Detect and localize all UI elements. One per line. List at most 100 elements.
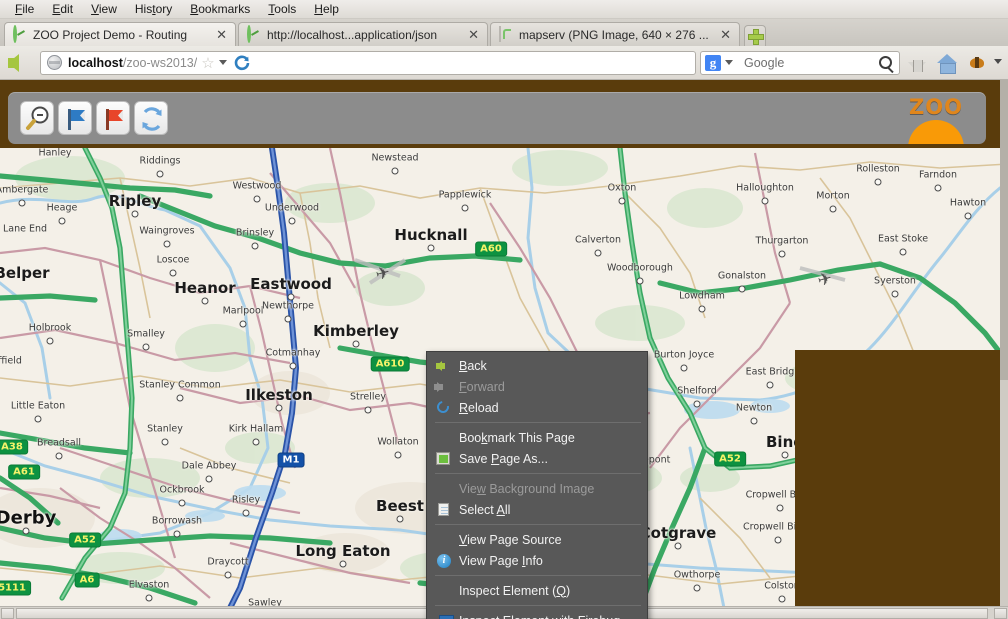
menu-item-tools[interactable]: Tools (259, 1, 305, 17)
page-content: ZOO ✈ ✈ Hanley Riddings Newstead Rollest… (0, 80, 1008, 619)
map-place-label: Belper (0, 264, 50, 282)
overflow-button[interactable] (992, 50, 1004, 76)
new-tab-button[interactable] (744, 25, 766, 46)
bookmark-star-icon[interactable]: ☆ (201, 54, 214, 72)
reload-icon (434, 398, 453, 416)
no-icon (435, 481, 453, 497)
map-place-label: Breadsall (37, 437, 81, 449)
map-place-label: Dale Abbey (181, 460, 237, 472)
search-input[interactable]: Google (739, 56, 879, 70)
map-place-label: Wollaton (377, 436, 419, 448)
map-place-label: Lane End (2, 223, 48, 235)
zoom-out-button[interactable] (20, 101, 54, 135)
map-place-dot (55, 452, 63, 460)
map-place-dot (163, 240, 171, 248)
menu-item-view[interactable]: View (82, 1, 126, 17)
map-place-label: Newton (735, 402, 773, 414)
firebug-button[interactable] (964, 50, 988, 76)
context-menu-item-select-all[interactable]: Select All (427, 499, 647, 520)
menu-item-history[interactable]: History (126, 1, 181, 17)
end-point-button[interactable] (96, 101, 130, 135)
tab-localhost-json[interactable]: http://localhost...application/json ✕ (238, 22, 488, 46)
back-arrow-icon (8, 53, 19, 72)
vertical-scrollbar-thumb[interactable] (1000, 80, 1008, 380)
map-place-label: Loscoe (156, 254, 190, 266)
map-place-label: Borrowash (151, 515, 203, 527)
menu-item-edit[interactable]: Edit (43, 1, 82, 17)
map-place-label: Stanley Common (139, 379, 221, 391)
map-place-dot (964, 212, 972, 220)
chevron-down-icon[interactable] (218, 60, 227, 65)
context-menu-item-inspect-element-q[interactable]: Inspect Element (Q) (427, 580, 647, 601)
map-place-dot (176, 394, 184, 402)
reload-icon[interactable] (233, 54, 251, 72)
back-button[interactable] (6, 51, 36, 75)
map-place-dot (169, 269, 177, 277)
search-engine-chevron-icon[interactable] (725, 60, 733, 65)
scroll-right-button[interactable] (994, 608, 1007, 619)
context-menu-separator (435, 473, 641, 474)
map-place-dot (391, 167, 399, 175)
context-menu-item-bookmark-this-page[interactable]: Bookmark This Page (427, 427, 647, 448)
menu-item-bookmarks[interactable]: Bookmarks (181, 1, 259, 17)
context-menu-item-inspect-element-with-firebug[interactable]: Inspect Element with Firebug (427, 610, 647, 619)
map-place-dot (242, 509, 250, 517)
map-place-label: Thurgarton (755, 235, 809, 247)
context-menu[interactable]: Back Forward Reload Bookmark This Page Save … (426, 351, 648, 619)
firebug-icon (970, 56, 984, 68)
map-place-label: Cotgrave (639, 524, 717, 542)
map-place-dot (693, 584, 701, 592)
map-place-label: Calverton (574, 234, 622, 246)
map-place-label: Strelley (349, 391, 387, 403)
map-place-dot (178, 499, 186, 507)
map-place-dot (594, 249, 602, 257)
blue-flag-icon (59, 102, 93, 136)
search-icon[interactable] (879, 56, 892, 69)
map-place-dot (778, 250, 786, 258)
tab-close-icon[interactable]: ✕ (466, 28, 481, 41)
map-place-dot (251, 242, 259, 250)
downloads-button[interactable] (904, 50, 930, 76)
tab-close-icon[interactable]: ✕ (718, 28, 733, 41)
context-menu-item-label: View Background Image (459, 481, 595, 496)
menu-item-file[interactable]: File (6, 1, 43, 17)
url-bar[interactable]: localhost/zoo-ws2013/ ☆ (40, 50, 696, 75)
context-menu-item-view-page-source[interactable]: View Page Source (427, 529, 647, 550)
context-menu-item-save-page-as[interactable]: Save Page As... (427, 448, 647, 469)
map-place-label: Woodborough (607, 262, 673, 274)
map-place-dot (145, 594, 153, 602)
menu-item-help[interactable]: Help (305, 1, 348, 17)
refresh-button[interactable] (134, 101, 168, 135)
vertical-scrollbar[interactable] (1000, 80, 1008, 619)
map-place-label: East Bridg (745, 366, 795, 378)
map-place-dot (776, 504, 784, 512)
scroll-left-button[interactable] (1, 608, 14, 619)
map-place-label: Burton Joyce (653, 349, 715, 361)
home-button[interactable] (934, 50, 960, 76)
image-favicon-icon (499, 26, 514, 42)
navigation-toolbar: localhost/zoo-ws2013/ ☆ g Google (0, 46, 1008, 80)
road-shield: A6 (74, 572, 100, 588)
browser-window: File Edit View History Bookmarks Tools Help ZO… (0, 0, 1008, 619)
tab-title: mapserv (PNG Image, 640 × 276 ... (519, 27, 709, 42)
search-bar[interactable]: g Google (700, 50, 900, 75)
map-place-dot (201, 297, 209, 305)
tab-close-icon[interactable]: ✕ (214, 28, 229, 41)
tab-zoo-project-demo[interactable]: ZOO Project Demo - Routing ✕ (4, 22, 236, 46)
tab-mapserv-png[interactable]: mapserv (PNG Image, 640 × 276 ... ✕ (490, 22, 740, 46)
context-menu-item-view-background-image: View Background Image (427, 478, 647, 499)
map-place-label: Heanor (174, 279, 236, 297)
map-place-label: Morton (816, 190, 850, 202)
map-place-dot (284, 315, 292, 323)
context-menu-item-reload[interactable]: Reload (427, 397, 647, 418)
context-menu-item-back[interactable]: Back (427, 355, 647, 376)
map-place-label: Gonalston (717, 270, 767, 282)
map-place-label: Hanley (38, 148, 72, 159)
map-place-label: Long Eaton (295, 542, 391, 560)
road-shield: A61 (8, 464, 40, 480)
map-place-dot (693, 400, 701, 408)
start-point-button[interactable] (58, 101, 92, 135)
url-text: localhost/zoo-ws2013/ (68, 55, 198, 70)
context-menu-item-view-page-info[interactable]: i View Page Info (427, 550, 647, 571)
no-icon (435, 430, 453, 446)
